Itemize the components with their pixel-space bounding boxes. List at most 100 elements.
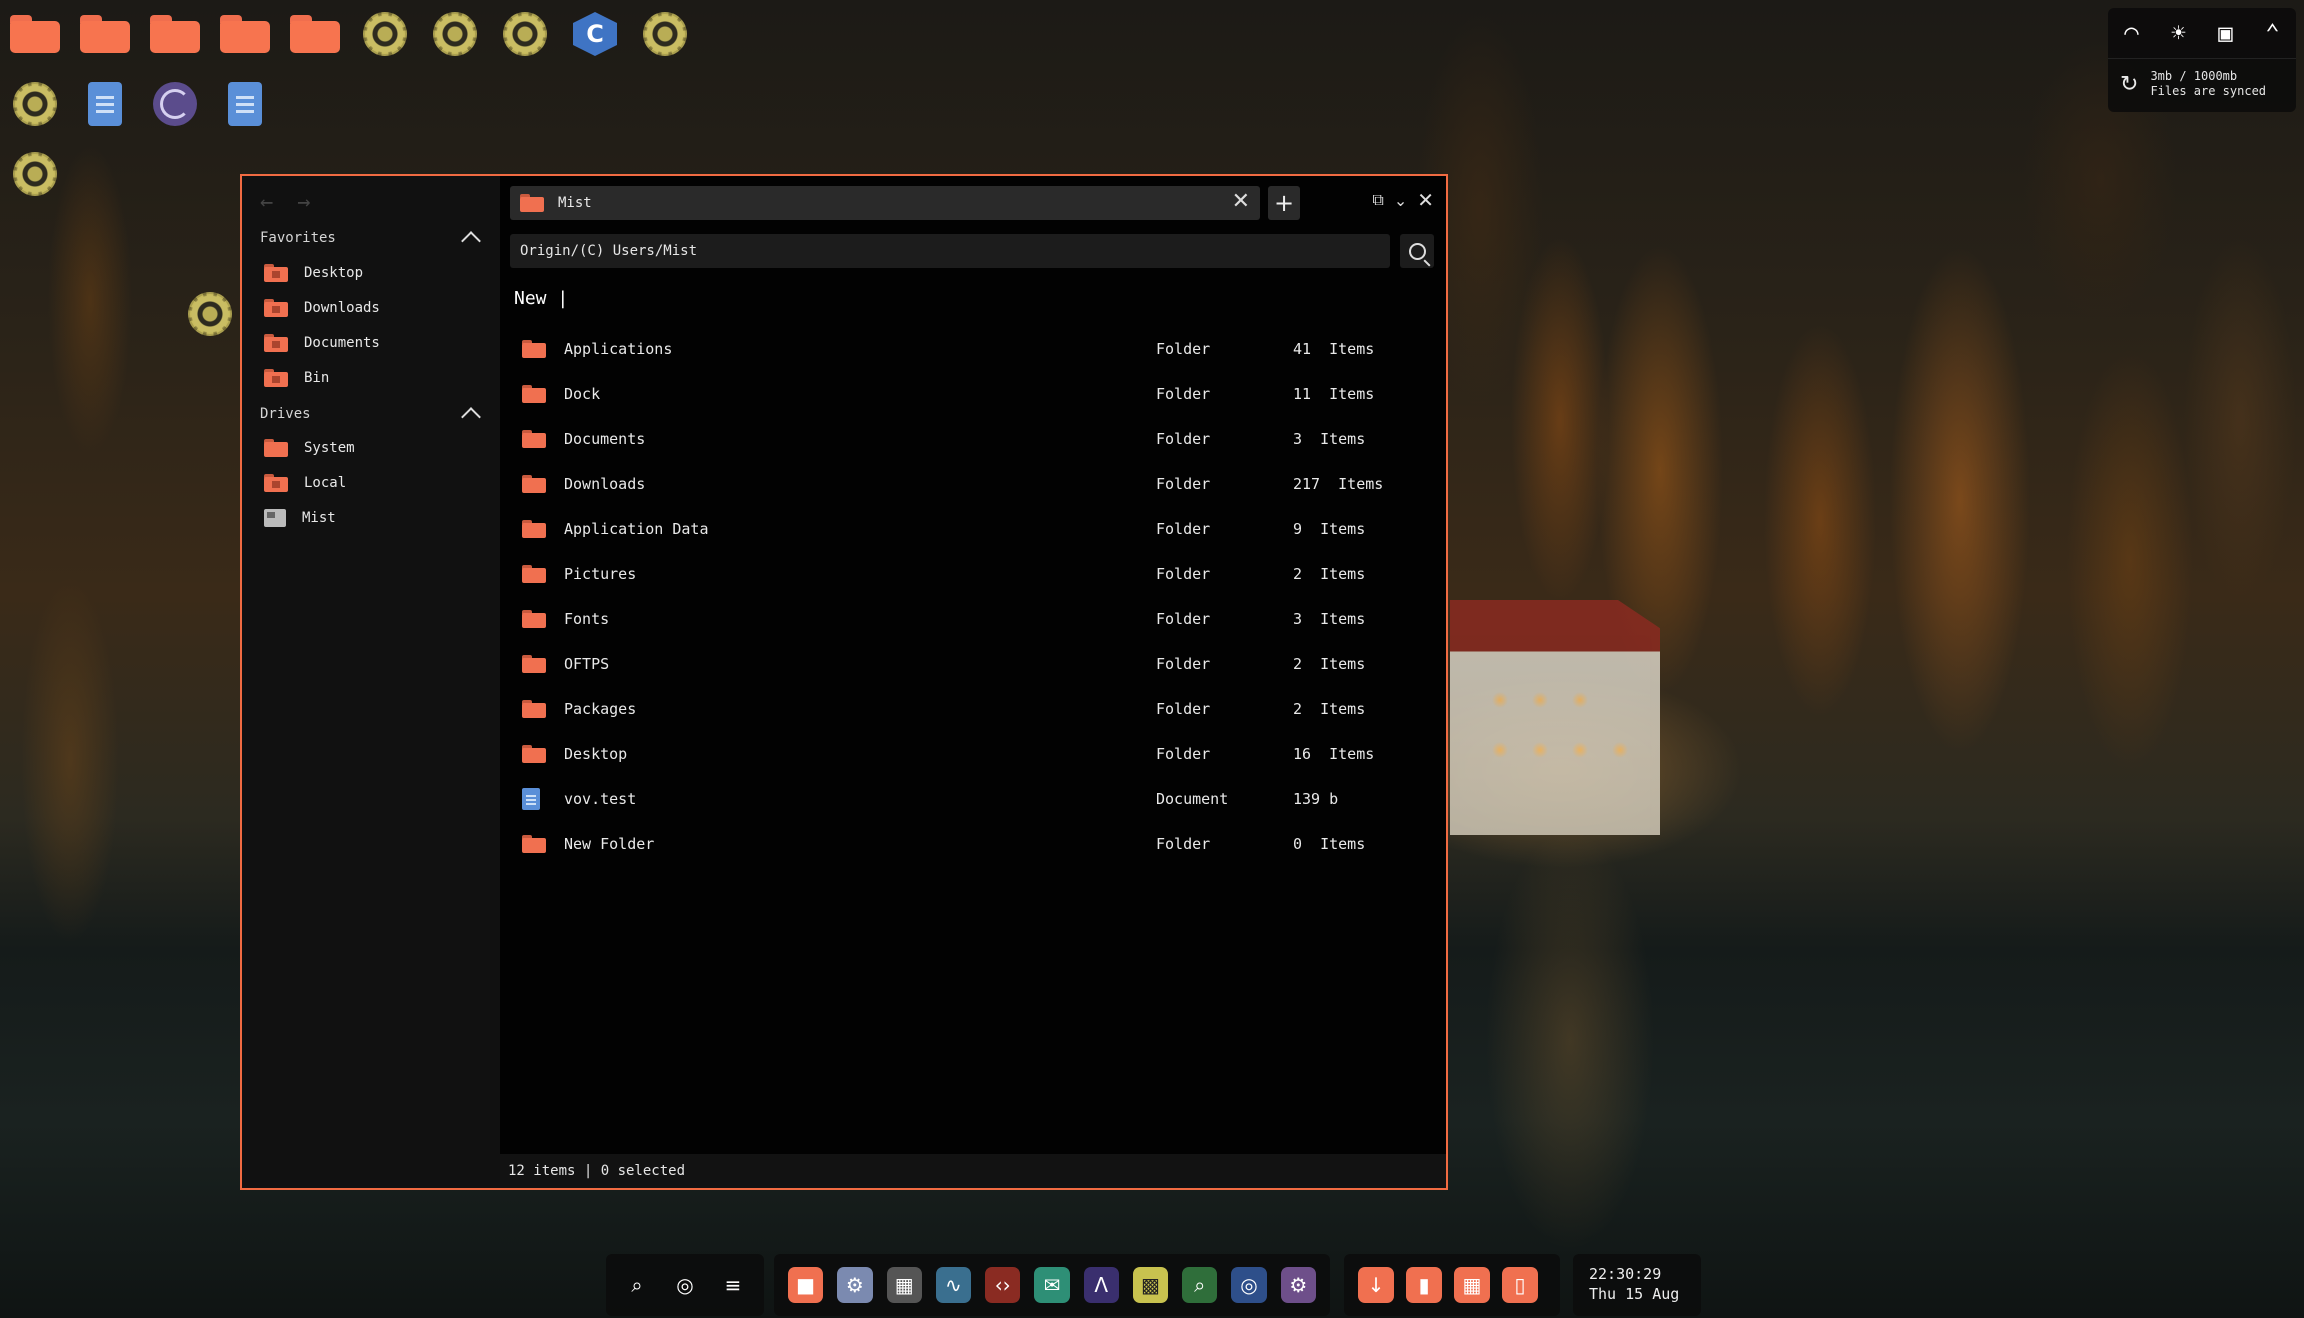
chevron-up-icon[interactable] [461,231,481,251]
settings-app-icon[interactable]: ⚙ [837,1267,873,1303]
search-icon [1408,242,1426,260]
file-type: Folder [1156,474,1211,493]
browser-app-icon[interactable]: ◎ [1231,1267,1267,1303]
file-name: Dock [564,384,601,403]
desktop-gear-icon[interactable] [499,8,551,60]
chevron-up-icon[interactable]: ⌃ [2265,19,2279,47]
folder-icon [520,194,544,212]
file-row[interactable]: Packages Folder 2 Items [500,686,1450,731]
graph-app-icon[interactable]: Λ [1083,1267,1119,1303]
folder-icon [522,339,546,358]
chevron-up-icon[interactable] [461,407,481,427]
mail-app-icon[interactable]: ✉ [1034,1267,1070,1303]
file-row[interactable]: Downloads Folder 217 Items [500,461,1450,506]
desktop-c-lang-icon[interactable]: C [569,8,621,60]
tab-mist[interactable]: Mist ✕ [510,186,1260,220]
documents-folder-icon[interactable]: ▮ [1406,1267,1442,1303]
file-row[interactable]: Desktop Folder 16 Items [500,731,1450,776]
sidebar-item-mist[interactable]: Mist [264,505,336,531]
downloads-folder-icon[interactable]: ↓ [1358,1267,1394,1303]
folder-icon [522,654,546,673]
brightness-icon[interactable]: ☀ [2171,19,2185,47]
downloads-folder-icon [264,299,288,317]
desktop-folder-icon[interactable] [289,8,341,60]
file-type: Folder [1156,654,1211,673]
sidebar-item-documents[interactable]: Documents [264,330,380,356]
sidebar-item-local[interactable]: Local [264,470,346,496]
clock-date: Thu 15 Aug [1589,1285,1680,1303]
maximize-icon[interactable]: ⧉ [1372,190,1383,210]
sidebar: ← → Favorites Desktop Downloads Document… [242,176,500,1188]
wifi-icon[interactable]: ◠ [2124,19,2138,47]
search-icon[interactable]: ⌕ [620,1267,654,1303]
search-button[interactable] [1400,234,1434,268]
file-row[interactable]: Pictures Folder 2 Items [500,551,1450,596]
forward-arrow-icon[interactable]: → [297,190,310,215]
sidebar-item-bin[interactable]: Bin [264,365,329,391]
clock-time: 22:30:29 [1589,1265,1662,1283]
system-drive-icon [264,439,288,457]
desktop-folder-icon[interactable] [79,8,131,60]
apps-folder-icon[interactable]: ▦ [1454,1267,1490,1303]
file-row[interactable]: Documents Folder 3 Items [500,416,1450,461]
sidebar-item-label: Mist [302,510,336,526]
new-tab-button[interactable]: + [1268,186,1300,220]
desktop-gear-icon[interactable] [359,8,411,60]
desktop-spiral-icon[interactable] [149,78,201,130]
gear-app-icon[interactable]: ⚙ [1280,1267,1316,1303]
file-name: Documents [564,429,646,448]
sidebar-item-desktop[interactable]: Desktop [264,260,363,286]
system-tray: ◠ ☀ ▣ ⌃ ↻ 3mb / 1000mb Files are synced [2108,8,2296,112]
activity-monitor-icon[interactable]: ∿ [935,1267,972,1303]
desktop-document-icon[interactable] [219,78,271,130]
file-row[interactable]: Application Data Folder 9 Items [500,506,1450,551]
wallpaper-house [1450,600,1660,835]
code-editor-icon[interactable]: ‹› [985,1267,1021,1303]
file-type: Folder [1156,699,1211,718]
file-row[interactable]: OFTPS Folder 2 Items [500,641,1450,686]
chevron-down-icon[interactable]: ⌄ [1394,191,1407,210]
desktop-gear-icon[interactable] [184,288,236,340]
grid-app-icon[interactable]: ▩ [1132,1267,1169,1303]
file-type: Folder [1156,384,1211,403]
files-app-icon[interactable]: ■ [788,1267,824,1303]
calculator-app-icon[interactable]: ▦ [886,1267,922,1303]
desktop-document-icon[interactable] [79,78,131,130]
desktop-gear-icon[interactable] [9,78,61,130]
desktop-folder-icon[interactable] [9,8,61,60]
desktop-folder-icon[interactable] [219,8,271,60]
sync-status[interactable]: ↻ 3mb / 1000mb Files are synced [2108,58,2296,109]
file-row[interactable]: Applications Folder 41 Items [500,326,1450,371]
close-tab-icon[interactable]: ✕ [1232,189,1250,214]
folder-icon [522,519,546,538]
file-row[interactable]: vov.test Document 139 b [500,776,1450,821]
new-item-input[interactable]: New | [514,288,568,309]
clock[interactable]: 22:30:29 Thu 15 Aug [1573,1254,1701,1316]
bin-folder-icon [264,369,288,387]
folder-icon [522,474,546,493]
sidebar-item-downloads[interactable]: Downloads [264,295,380,321]
display-icon[interactable]: ▣ [2218,19,2232,47]
finder-app-icon[interactable]: ⌕ [1182,1267,1218,1303]
file-row[interactable]: Fonts Folder 3 Items [500,596,1450,641]
file-size: 0 Items [1293,834,1366,853]
file-size: 139 b [1293,789,1339,808]
folder-icon [522,384,546,403]
sidebar-item-system[interactable]: System [264,435,355,461]
trash-folder-icon[interactable]: ▯ [1502,1267,1538,1303]
favorites-header[interactable]: Favorites [260,228,482,251]
back-arrow-icon[interactable]: ← [260,190,273,215]
file-name: OFTPS [564,654,610,673]
desktop-gear-icon[interactable] [9,148,61,200]
desktop-gear-icon[interactable] [429,8,481,60]
close-window-icon[interactable]: ✕ [1417,188,1434,212]
layers-icon[interactable]: ≡ [716,1267,750,1303]
drives-header[interactable]: Drives [260,404,482,427]
file-row[interactable]: Dock Folder 11 Items [500,371,1450,416]
spiral-icon[interactable]: ◎ [668,1267,702,1303]
path-input[interactable]: Origin/(C) Users/Mist [510,234,1390,268]
file-row[interactable]: New Folder Folder 0 Items [500,821,1450,866]
file-name: Pictures [564,564,637,583]
desktop-gear-icon[interactable] [639,8,691,60]
desktop-folder-icon[interactable] [149,8,201,60]
